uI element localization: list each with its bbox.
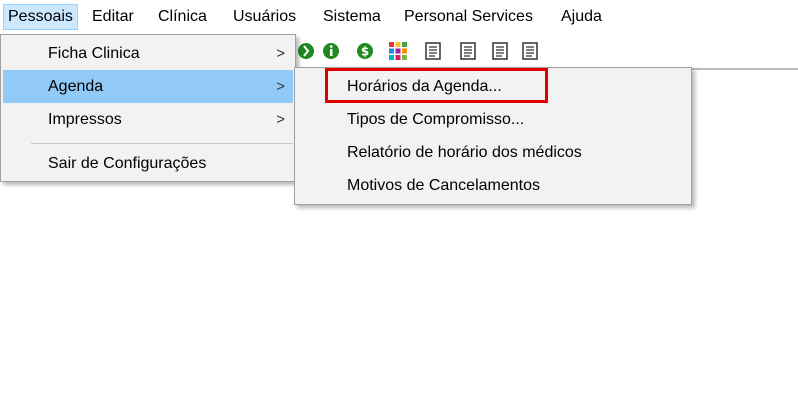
menu-item-label: Agenda: [48, 78, 104, 95]
submenu-arrow-icon: >: [276, 78, 285, 95]
document-icon[interactable]: [458, 41, 478, 61]
menu-sistema[interactable]: Sistema: [318, 4, 386, 30]
menu-item-relatorio-horario-medicos[interactable]: Relatório de horário dos médicos: [297, 136, 689, 169]
pessoais-dropdown-menu: Ficha Clinica > Agenda > Impressos > Sai…: [0, 34, 296, 182]
green-dollar-icon[interactable]: $: [355, 41, 375, 61]
menu-item-sair-de-configuracoes[interactable]: Sair de Configurações: [3, 147, 293, 180]
menu-item-label: Impressos: [48, 111, 122, 128]
menu-separator: [31, 143, 293, 144]
menu-item-tipos-de-compromisso[interactable]: Tipos de Compromisso...: [297, 103, 689, 136]
menu-editar[interactable]: Editar: [87, 4, 139, 30]
color-grid-icon[interactable]: [388, 41, 408, 61]
menu-bar: Pessoais Editar Clínica Usuários Sistema…: [0, 0, 798, 34]
menu-item-agenda[interactable]: Agenda >: [3, 70, 293, 103]
menu-usuarios[interactable]: Usuários: [228, 4, 301, 30]
menu-item-motivos-de-cancelamentos[interactable]: Motivos de Cancelamentos: [297, 169, 689, 202]
highlight-annotation-box: [325, 68, 548, 103]
document-icon[interactable]: [490, 41, 510, 61]
menu-personal-services[interactable]: Personal Services: [399, 4, 538, 30]
menu-item-label: Motivos de Cancelamentos: [347, 177, 540, 194]
menu-item-label: Tipos de Compromisso...: [347, 111, 525, 128]
menu-item-label: Ficha Clinica: [48, 45, 140, 62]
green-info-icon[interactable]: [321, 41, 341, 61]
menu-item-ficha-clinica[interactable]: Ficha Clinica >: [3, 37, 293, 70]
menu-clinica[interactable]: Clínica: [153, 4, 212, 30]
submenu-arrow-icon: >: [276, 45, 285, 62]
document-icon[interactable]: [423, 41, 443, 61]
menu-item-label: Sair de Configurações: [48, 155, 207, 172]
menu-item-impressos[interactable]: Impressos >: [3, 103, 293, 136]
menu-item-label: Relatório de horário dos médicos: [347, 144, 582, 161]
submenu-arrow-icon: >: [276, 111, 285, 128]
menu-pessoais[interactable]: Pessoais: [3, 4, 78, 30]
menu-ajuda[interactable]: Ajuda: [556, 4, 607, 30]
svg-text:$: $: [361, 45, 369, 59]
document-icon[interactable]: [520, 41, 540, 61]
green-circle-icon[interactable]: [296, 41, 316, 61]
